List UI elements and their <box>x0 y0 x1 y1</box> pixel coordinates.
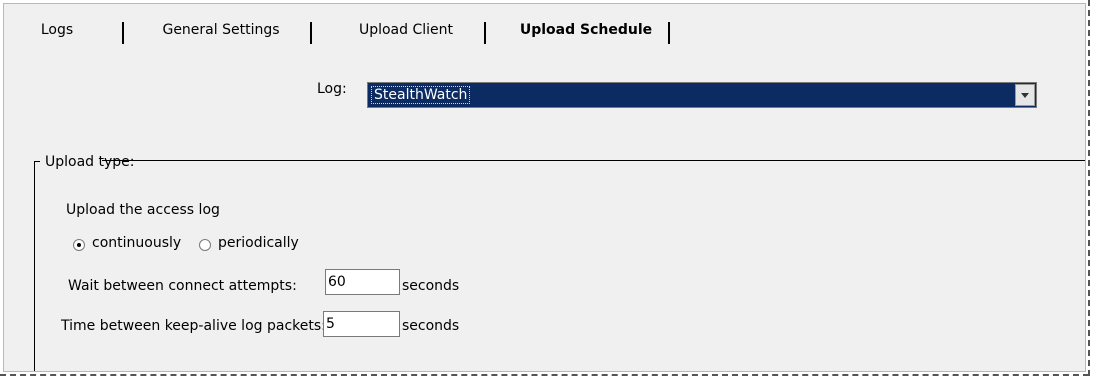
access-log-label: Upload the access log <box>66 202 220 218</box>
group-border <box>34 161 35 371</box>
keepalive-unit: seconds <box>402 318 460 334</box>
wait-between-label: Wait between connect attempts: <box>68 278 297 294</box>
keepalive-label: Time between keep-alive log packets: <box>61 318 326 334</box>
tab-logs[interactable]: Logs <box>24 18 90 44</box>
radio-continuously[interactable] <box>73 239 85 251</box>
wait-between-input[interactable] <box>325 269 400 295</box>
torn-edge-right <box>1084 0 1090 376</box>
upload-type-group-title: Upload type: <box>45 154 135 170</box>
keepalive-input[interactable] <box>323 311 400 337</box>
upload-schedule-panel: Logs General Settings Upload Client Uplo… <box>3 3 1086 372</box>
log-select[interactable]: StealthWatch <box>367 82 1037 108</box>
tab-general-settings[interactable]: General Settings <box>146 18 296 44</box>
log-select-value: StealthWatch <box>371 86 471 104</box>
tab-upload-client[interactable]: Upload Client <box>336 18 476 44</box>
tab-upload-schedule[interactable]: Upload Schedule <box>496 18 676 44</box>
tab-separator <box>310 22 312 44</box>
tab-separator <box>668 22 670 44</box>
group-border <box>102 160 1085 161</box>
torn-edge-bottom <box>0 371 1089 376</box>
tab-separator <box>122 22 124 44</box>
tab-separator <box>484 22 486 44</box>
chevron-down-icon[interactable] <box>1015 84 1035 106</box>
radio-periodically[interactable] <box>199 239 211 251</box>
radio-periodically-label[interactable]: periodically <box>218 235 299 251</box>
wait-between-unit: seconds <box>402 278 460 294</box>
radio-continuously-label[interactable]: continuously <box>92 235 181 251</box>
log-label: Log: <box>317 81 347 97</box>
